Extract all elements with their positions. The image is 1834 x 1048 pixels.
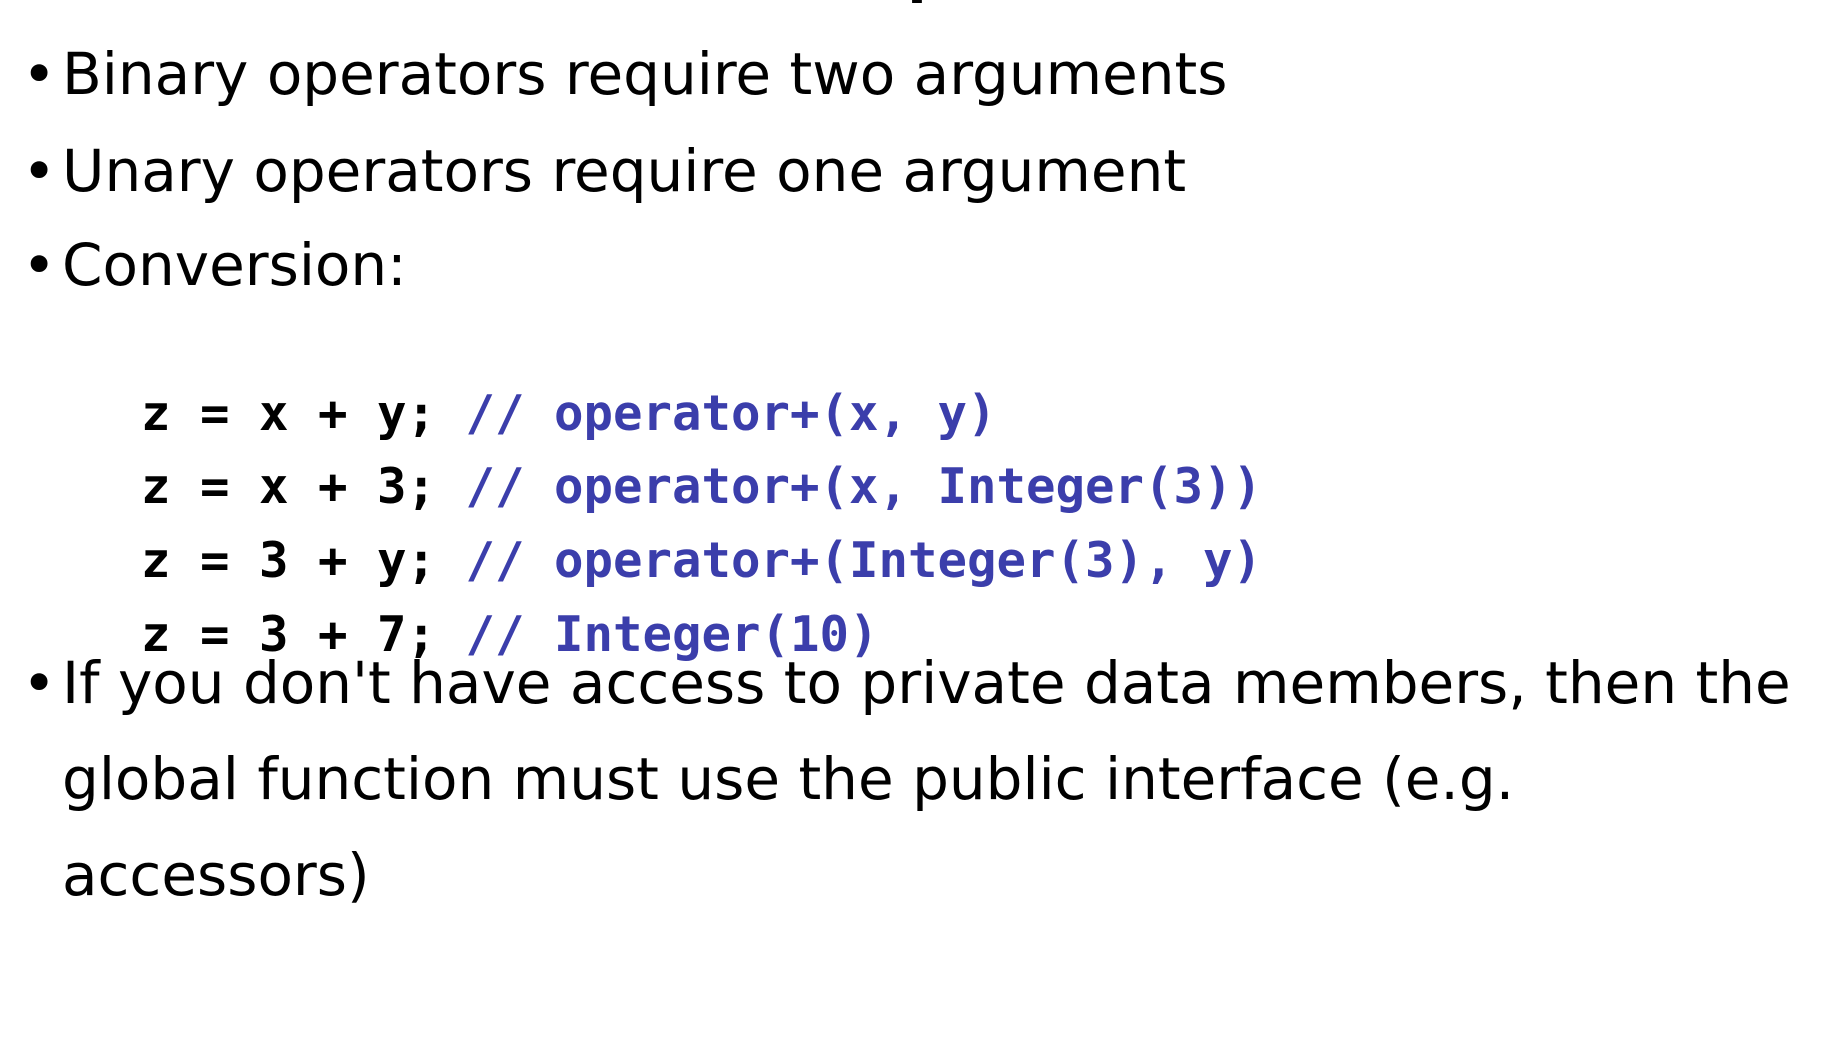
bullet-private-data-members: • If you don't have access to private dat…	[22, 635, 1822, 923]
bullet-dot: •	[22, 649, 57, 717]
bullet-text: Unary operators require one argument	[62, 137, 1187, 205]
bullet-dot: •	[22, 137, 57, 205]
bullet-conversion: •Conversion:	[22, 236, 407, 294]
slide-title-fragment: ı	[0, 0, 1834, 13]
bullet-dot: •	[22, 231, 57, 299]
bullet-text: Binary operators require two arguments	[62, 40, 1228, 108]
bullet-text: If you don't have access to private data…	[62, 649, 1791, 909]
bullet-unary-operators: •Unary operators require one argument	[22, 142, 1186, 200]
bullet-dot: •	[22, 40, 57, 108]
bullet-text: Conversion:	[62, 231, 407, 299]
bullet-binary-operators: •Binary operators require two arguments	[22, 45, 1228, 103]
